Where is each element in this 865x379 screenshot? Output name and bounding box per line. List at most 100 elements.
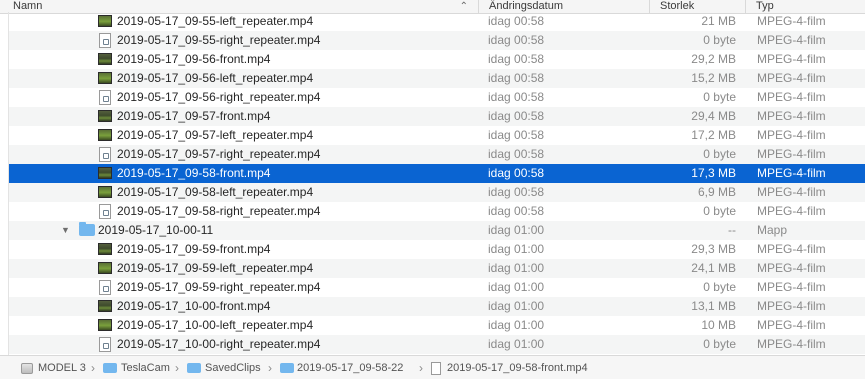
file-row[interactable]: 2019-05-17_10-00-right_repeater.mp4 idag… [9,335,865,354]
file-name: 2019-05-17_10-00-front.mp4 [117,299,271,313]
disclosure-triangle-icon[interactable]: ▼ [61,221,70,240]
video-thumbnail-icon [98,72,112,84]
column-type-label: Typ [756,0,774,12]
video-thumbnail-icon [98,110,112,122]
file-row[interactable]: 2019-05-17_09-55-left_repeater.mp4 idag … [9,12,865,31]
file-date: idag 00:58 [488,14,545,28]
file-date: idag 00:58 [488,128,545,142]
file-name: 2019-05-17_09-58-right_repeater.mp4 [117,204,321,218]
path-folder-clip[interactable]: 2019-05-17_09-58-22 [297,356,403,379]
file-row[interactable]: 2019-05-17_10-00-front.mp4 idag 01:00 13… [9,297,865,316]
file-date: idag 00:58 [488,166,545,180]
file-date: idag 00:58 [488,71,545,85]
file-row[interactable]: 2019-05-17_09-56-front.mp4 idag 00:58 29… [9,50,865,69]
file-date: idag 01:00 [488,318,545,332]
file-size: 13,1 MB [691,299,736,313]
video-thumbnail-icon [98,53,112,65]
path-folder-savedclips[interactable]: SavedClips [205,356,261,379]
video-thumbnail-icon [98,262,112,274]
file-type: Mapp [757,223,788,237]
file-size: 0 byte [703,204,736,218]
file-type: MPEG-4-film [757,337,826,351]
folder-icon [280,363,294,373]
folder-icon [79,222,95,236]
file-size: 0 byte [703,90,736,104]
file-date: idag 00:58 [488,109,545,123]
file-type: MPEG-4-film [757,90,826,104]
file-name: 2019-05-17_09-57-front.mp4 [117,109,271,123]
video-file-icon [99,147,111,162]
file-name: 2019-05-17_10-00-right_repeater.mp4 [117,337,321,351]
file-row-selected[interactable]: 2019-05-17_09-58-front.mp4 idag 00:58 17… [9,164,865,183]
file-date: idag 01:00 [488,280,545,294]
column-size-label: Storlek [660,0,695,12]
file-size: 0 byte [703,147,736,161]
file-row[interactable]: 2019-05-17_09-56-left_repeater.mp4 idag … [9,69,865,88]
file-name: 2019-05-17_09-57-right_repeater.mp4 [117,147,321,161]
file-type: MPEG-4-film [757,109,826,123]
file-name: 2019-05-17_09-56-left_repeater.mp4 [117,71,314,85]
folder-icon [103,363,117,373]
video-file-icon [99,204,111,219]
file-list[interactable]: 2019-05-17_09-55-left_repeater.mp4 idag … [8,12,865,355]
file-name: 2019-05-17_09-59-front.mp4 [117,242,271,256]
file-date: idag 01:00 [488,242,545,256]
file-date: idag 01:00 [488,299,545,313]
video-thumbnail-icon [98,15,112,27]
path-disk[interactable]: MODEL 3 [38,356,86,379]
path-bar: MODEL 3 › TeslaCam › SavedClips › 2019-0… [0,355,865,379]
file-row[interactable]: 2019-05-17_09-59-front.mp4 idag 01:00 29… [9,240,865,259]
path-file[interactable]: 2019-05-17_09-58-front.mp4 [447,356,588,379]
file-size: 0 byte [703,280,736,294]
file-row[interactable]: 2019-05-17_09-58-right_repeater.mp4 idag… [9,202,865,221]
file-row[interactable]: 2019-05-17_09-56-right_repeater.mp4 idag… [9,88,865,107]
file-type: MPEG-4-film [757,299,826,313]
disk-icon [21,363,33,374]
file-size: 15,2 MB [691,71,736,85]
path-separator-icon: › [175,361,179,375]
file-date: idag 01:00 [488,261,545,275]
path-folder-teslacam[interactable]: TeslaCam [121,356,170,379]
file-name: 2019-05-17_09-58-left_repeater.mp4 [117,185,314,199]
file-row[interactable]: 2019-05-17_09-57-right_repeater.mp4 idag… [9,145,865,164]
video-file-icon [99,33,111,48]
column-date-label: Ändringsdatum [489,0,563,12]
file-row[interactable]: 2019-05-17_09-59-left_repeater.mp4 idag … [9,259,865,278]
file-name: 2019-05-17_09-56-right_repeater.mp4 [117,90,321,104]
path-separator-icon: › [91,361,95,375]
file-name: 2019-05-17_09-58-front.mp4 [117,166,271,180]
file-date: idag 00:58 [488,185,545,199]
folder-row[interactable]: ▼ 2019-05-17_10-00-11 idag 01:00 -- Mapp [9,221,865,240]
file-size: 17,3 MB [691,166,736,180]
file-row[interactable]: 2019-05-17_09-57-front.mp4 idag 00:58 29… [9,107,865,126]
file-type: MPEG-4-film [757,52,826,66]
file-date: idag 00:58 [488,204,545,218]
column-name-label: Namn [13,0,43,12]
file-row[interactable]: 2019-05-17_09-57-left_repeater.mp4 idag … [9,126,865,145]
file-date: idag 01:00 [488,337,545,351]
file-type: MPEG-4-film [757,185,826,199]
file-type: MPEG-4-film [757,33,826,47]
path-separator-icon: › [419,361,423,375]
file-date: idag 00:58 [488,147,545,161]
folder-icon [187,363,201,373]
file-row[interactable]: 2019-05-17_09-58-left_repeater.mp4 idag … [9,183,865,202]
file-size: 29,4 MB [691,109,736,123]
file-name: 2019-05-17_09-59-left_repeater.mp4 [117,261,314,275]
file-row[interactable]: 2019-05-17_09-55-right_repeater.mp4 idag… [9,31,865,50]
file-type: MPEG-4-film [757,71,826,85]
video-thumbnail-icon [98,300,112,312]
file-name: 2019-05-17_09-55-left_repeater.mp4 [117,14,314,28]
file-size: 29,3 MB [691,242,736,256]
folder-name: 2019-05-17_10-00-11 [98,223,214,237]
file-size: 21 MB [701,14,736,28]
file-type: MPEG-4-film [757,14,826,28]
file-size: 0 byte [703,33,736,47]
file-date: idag 01:00 [488,223,545,237]
video-file-icon [99,280,111,295]
video-thumbnail-icon [98,186,112,198]
file-size: 17,2 MB [691,128,736,142]
video-file-icon [431,362,441,375]
file-row[interactable]: 2019-05-17_10-00-left_repeater.mp4 idag … [9,316,865,335]
file-row[interactable]: 2019-05-17_09-59-right_repeater.mp4 idag… [9,278,865,297]
